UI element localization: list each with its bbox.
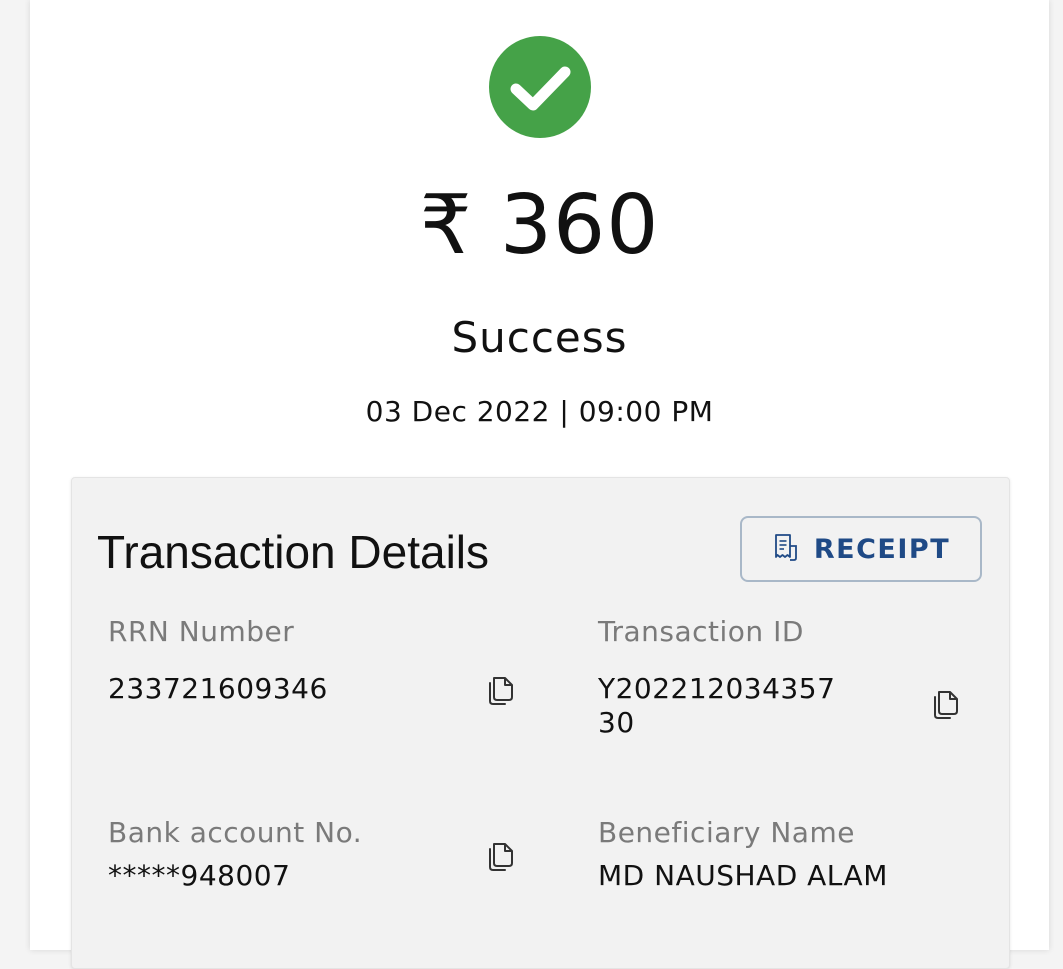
transaction-details-panel: Transaction Details RECEIPT RRN Number 2…: [71, 477, 1010, 969]
copy-bank-account-icon[interactable]: [483, 838, 519, 874]
transaction-id-value-line1: Y202212034357: [598, 672, 836, 705]
payment-datetime: 03 Dec 2022 | 09:00 PM: [365, 395, 714, 428]
bank-account-label: Bank account No.: [108, 816, 363, 849]
receipt-button-label: RECEIPT: [813, 533, 951, 565]
copy-rrn-icon[interactable]: [483, 672, 519, 708]
receipt-icon: [772, 532, 800, 566]
bank-account-value: *****948007: [108, 859, 291, 892]
beneficiary-name-value: MD NAUSHAD ALAM: [598, 859, 888, 892]
transaction-details-title: Transaction Details: [97, 526, 490, 578]
transaction-id-value-line2: 30: [598, 706, 635, 739]
receipt-button[interactable]: RECEIPT: [740, 516, 982, 582]
success-check-icon: [489, 36, 591, 138]
payment-status: Success: [451, 313, 628, 362]
payment-amount: ₹ 360: [419, 178, 660, 273]
rrn-value: 233721609346: [108, 672, 328, 705]
transaction-card: ₹ 360 Success 03 Dec 2022 | 09:00 PM Tra…: [30, 0, 1049, 969]
copy-transaction-id-icon[interactable]: [928, 686, 964, 722]
rrn-label: RRN Number: [108, 615, 295, 648]
beneficiary-name-label: Beneficiary Name: [598, 816, 855, 849]
transaction-id-label: Transaction ID: [598, 615, 804, 648]
